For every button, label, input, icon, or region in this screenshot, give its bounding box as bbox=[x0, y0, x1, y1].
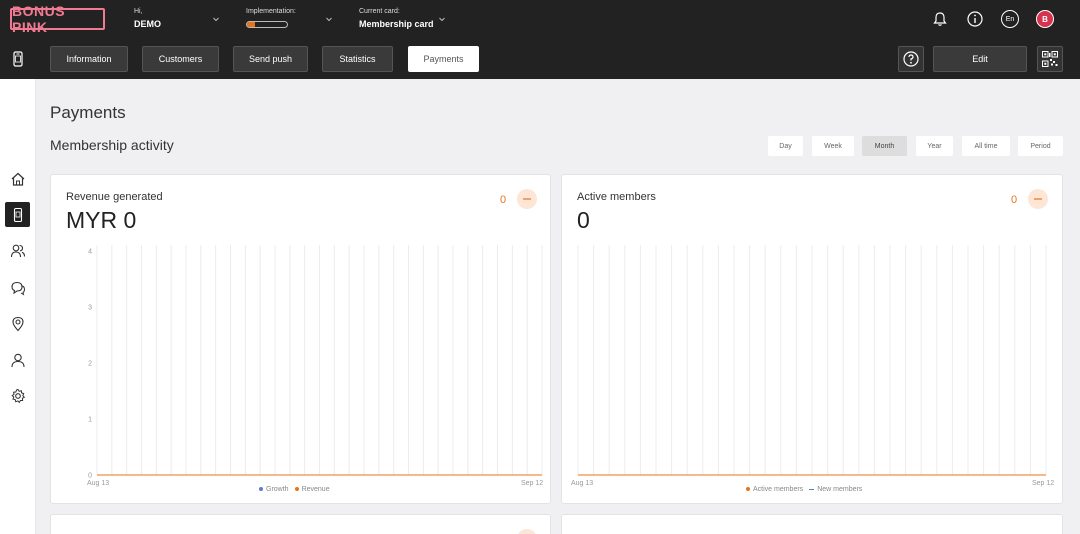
legend-item-growth[interactable]: Growth bbox=[259, 486, 289, 493]
active-members-chart: Aug 13 Sep 12 bbox=[571, 245, 1054, 487]
implementation-status[interactable]: Implementation: bbox=[246, 7, 296, 28]
sidebar-item-cards[interactable] bbox=[5, 202, 30, 227]
location-icon bbox=[11, 316, 24, 331]
qr-code-icon bbox=[1042, 51, 1058, 67]
implementation-progress-bar bbox=[246, 21, 288, 28]
implementation-label: Implementation: bbox=[246, 8, 296, 15]
active-members-chart-grid bbox=[577, 245, 1047, 475]
revenue-chart: 4 3 2 1 0 Aug 13 Sep 12 bbox=[87, 245, 543, 487]
legend-item-revenue[interactable]: Revenue bbox=[294, 486, 330, 493]
revenue-card: Revenue generated MYR 0 0 43210 Aug 13 S… bbox=[50, 174, 551, 504]
tab-send-push[interactable]: Send push bbox=[233, 46, 308, 72]
qr-code-button[interactable] bbox=[1037, 46, 1063, 72]
settings-icon bbox=[10, 388, 25, 403]
revenue-x-end-label: Sep 12 bbox=[521, 480, 543, 487]
tab-statistics[interactable]: Statistics bbox=[322, 46, 393, 72]
revenue-x-start-label: Aug 13 bbox=[87, 480, 109, 487]
section-nav-bar: Information Customers Send push Statisti… bbox=[0, 39, 1080, 79]
revenue-chart-grid bbox=[96, 245, 543, 475]
active-members-x-start-label: Aug 13 bbox=[571, 480, 593, 487]
revenue-y-tick-label: 0 bbox=[88, 473, 92, 480]
info-icon[interactable] bbox=[966, 10, 984, 28]
revenue-chart-y-ticks: 4 3 2 1 0 bbox=[88, 249, 92, 480]
user-chevron-down-icon[interactable] bbox=[210, 13, 222, 25]
revenue-y-tick-label: 3 bbox=[88, 305, 92, 312]
sidebar bbox=[0, 79, 36, 534]
brand-logo[interactable]: BONUS PINK bbox=[10, 3, 105, 35]
help-button[interactable] bbox=[898, 46, 924, 72]
sidebar-item-messages[interactable] bbox=[5, 275, 30, 300]
tab-payments[interactable]: Payments bbox=[408, 46, 479, 72]
implementation-chevron-down-icon[interactable] bbox=[323, 13, 335, 25]
legend-item-active-members[interactable]: Active members bbox=[746, 486, 803, 493]
page-title: Payments bbox=[50, 103, 126, 122]
user-greeting[interactable]: Hi, DEMO bbox=[134, 7, 161, 31]
period-week-button[interactable]: Week bbox=[812, 136, 854, 156]
user-icon bbox=[10, 353, 25, 367]
section-title: Membership activity bbox=[50, 137, 174, 153]
sidebar-item-settings[interactable] bbox=[5, 383, 30, 408]
sidebar-item-customers[interactable] bbox=[5, 238, 30, 263]
edit-button[interactable]: Edit bbox=[933, 46, 1027, 72]
sidebar-item-home[interactable] bbox=[5, 166, 30, 191]
language-icon[interactable]: En bbox=[1001, 10, 1019, 28]
card-chevron-down-icon[interactable] bbox=[436, 13, 448, 25]
period-day-button[interactable]: Day bbox=[768, 136, 803, 156]
avatar-icon[interactable]: B bbox=[1036, 10, 1054, 28]
phone-card-icon[interactable] bbox=[9, 50, 27, 68]
lower-left-card bbox=[50, 514, 551, 534]
phone-card-icon bbox=[13, 207, 22, 222]
revenue-y-tick-label: 1 bbox=[88, 417, 92, 424]
sidebar-item-profile[interactable] bbox=[5, 347, 30, 372]
period-custom-button[interactable]: Period bbox=[1018, 136, 1063, 156]
customers-icon bbox=[10, 244, 25, 257]
active-members-legend: Active members New members bbox=[746, 486, 862, 493]
period-all-time-button[interactable]: All time bbox=[962, 136, 1010, 156]
lower-left-trend-badge[interactable] bbox=[517, 529, 537, 534]
user-name: DEMO bbox=[134, 19, 161, 29]
revenue-legend: Growth Revenue bbox=[259, 486, 330, 493]
current-card-name: Membership card bbox=[359, 19, 434, 29]
active-members-card: Active members 0 0 Aug 13 Sep 12 Active … bbox=[561, 174, 1063, 504]
current-card-label: Current card: bbox=[359, 8, 400, 15]
lower-right-card bbox=[561, 514, 1063, 534]
period-month-button[interactable]: Month bbox=[862, 136, 907, 156]
sidebar-item-locations[interactable] bbox=[5, 311, 30, 336]
revenue-y-tick-label: 4 bbox=[88, 249, 92, 256]
period-year-button[interactable]: Year bbox=[916, 136, 953, 156]
revenue-y-tick-label: 2 bbox=[88, 361, 92, 368]
legend-item-new-members[interactable]: New members bbox=[809, 486, 862, 493]
tab-information[interactable]: Information bbox=[50, 46, 128, 72]
implementation-progress-fill bbox=[247, 22, 255, 27]
tab-customers[interactable]: Customers bbox=[142, 46, 219, 72]
bell-icon[interactable] bbox=[931, 10, 949, 28]
greeting-label: Hi, bbox=[134, 8, 143, 15]
home-icon bbox=[11, 172, 24, 186]
top-bar: BONUS PINK Hi, DEMO Implementation: Curr… bbox=[0, 0, 1080, 39]
help-icon bbox=[903, 51, 919, 67]
active-members-x-end-label: Sep 12 bbox=[1032, 480, 1054, 487]
chat-icon bbox=[10, 281, 25, 296]
current-card-selector[interactable]: Current card: Membership card bbox=[359, 7, 434, 31]
